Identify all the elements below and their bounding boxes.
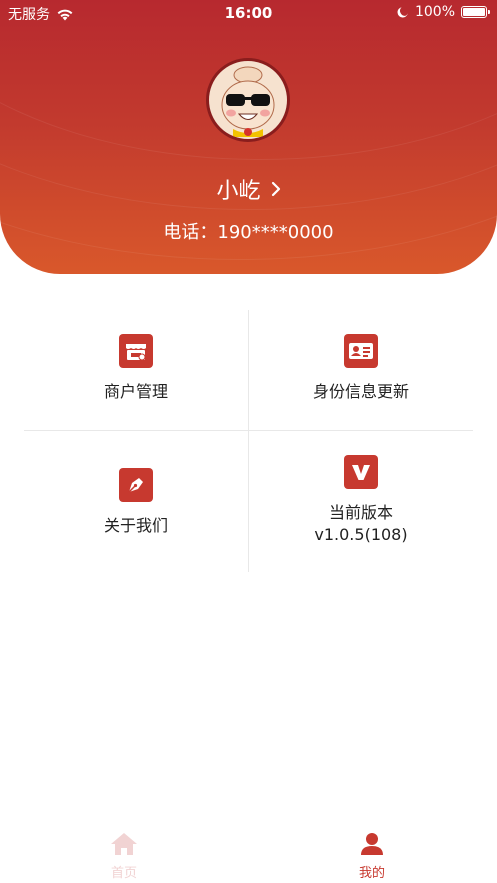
tab-home[interactable]: 首页	[74, 832, 174, 881]
tab-label: 首页	[110, 866, 137, 881]
store-icon	[119, 334, 153, 368]
profile-name-row[interactable]: 小屹	[0, 173, 497, 205]
version-icon	[344, 455, 378, 489]
menu-item-label: 身份信息更新	[312, 382, 409, 401]
avatar[interactable]	[206, 58, 290, 142]
tab-mine[interactable]: 我的	[322, 832, 422, 881]
version-number: v1.0.5(108)	[314, 525, 408, 544]
user-icon	[361, 833, 383, 855]
menu-item-label: 关于我们	[103, 516, 168, 535]
id-card-icon	[344, 334, 378, 368]
username: 小屹	[216, 179, 261, 204]
phone-number: 电话：190****0000	[163, 222, 334, 243]
menu-item-merchant-management[interactable]: 商户管理	[24, 334, 248, 402]
battery-icon	[461, 6, 490, 18]
status-bar: 无服务 16:00 100%	[0, 0, 497, 26]
menu-grid: 商户管理 身份信息更新 关于我们 当前版本 v1.0.5(108)	[24, 310, 473, 572]
pen-icon	[119, 468, 153, 502]
menu-item-about-us[interactable]: 关于我们	[24, 468, 248, 536]
moon-icon	[397, 7, 408, 18]
menu-item-label: 当前版本	[328, 503, 393, 522]
menu-item-label: 商户管理	[103, 382, 168, 401]
chevron-right-icon	[271, 181, 280, 197]
home-icon	[111, 833, 137, 855]
menu-item-current-version[interactable]: 当前版本 v1.0.5(108)	[249, 455, 473, 545]
menu-item-identity-update[interactable]: 身份信息更新	[249, 334, 473, 402]
battery-percentage: 100%	[414, 4, 455, 20]
avatar-image	[221, 66, 275, 137]
tab-bar: 首页 我的	[0, 826, 497, 883]
grid-divider	[24, 430, 473, 431]
tab-label: 我的	[358, 866, 385, 881]
